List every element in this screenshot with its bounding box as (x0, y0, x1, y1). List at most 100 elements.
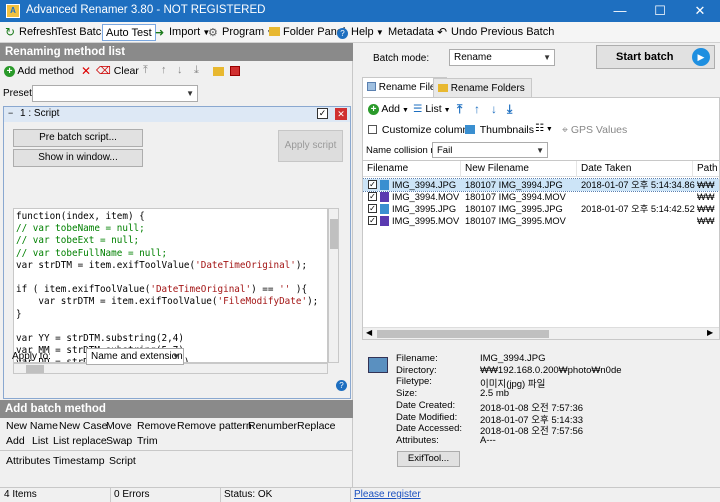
right-pane: Batch mode: Rename ▼ Start batch ▶ Renam… (354, 43, 720, 487)
window-title: Advanced Renamer 3.80 - NOT REGISTERED (26, 4, 266, 16)
batch-method-add[interactable]: Add (6, 435, 25, 447)
tab-rename-folders[interactable]: Rename Folders (433, 78, 532, 98)
batch-mode-dropdown[interactable]: Rename ▼ (449, 49, 555, 66)
move-bottom-icon[interactable]: ⤓ (194, 64, 199, 77)
scroll-thumb[interactable] (330, 219, 338, 249)
hscroll-thumb[interactable] (377, 330, 549, 338)
file-type-icon (380, 204, 389, 214)
batch-method-timestamp[interactable]: Timestamp (53, 455, 105, 467)
scroll-left-icon[interactable]: ◀ (366, 328, 372, 337)
presets-dropdown[interactable]: ▼ (32, 85, 198, 102)
help-menu[interactable]: ? Help ▼ (334, 24, 387, 41)
app-icon: A (6, 4, 20, 18)
collision-rule-dropdown[interactable]: Fail ▼ (432, 142, 548, 158)
date-accessed-label: Date Accessed: (396, 423, 463, 435)
script-editor[interactable]: function(index, item) {// var tobeName =… (13, 208, 328, 363)
folder-icon (269, 27, 280, 36)
auto-test-toggle[interactable]: Auto Test (102, 24, 156, 41)
move-down-icon[interactable]: ↓ (177, 64, 183, 76)
apply-to-dropdown[interactable]: Name and extension ▼ (86, 348, 184, 365)
batch-method-attributes[interactable]: Attributes (6, 455, 50, 467)
start-batch-button[interactable]: Start batch ▶ (596, 45, 715, 69)
column-new-filename[interactable]: New Filename (461, 161, 577, 177)
move-top-icon[interactable]: ⤒ (457, 102, 462, 117)
register-link[interactable]: Please register (354, 488, 421, 502)
cell-path: ₩₩ (697, 180, 715, 190)
save-icon[interactable] (230, 66, 240, 76)
close-button[interactable]: ✕ (680, 0, 720, 22)
table-row[interactable]: ✓ IMG_3994.MOV 180107 IMG_3994.MOV ₩₩ (363, 191, 719, 203)
view-options-icon[interactable]: ☷ ▼ (535, 123, 553, 134)
apply-script-button[interactable]: Apply script (278, 130, 343, 162)
undo-icon: ↶ (437, 25, 448, 39)
batch-method-trim[interactable]: Trim (137, 435, 158, 447)
cell-new-filename: 180107 IMG_3995.JPG (465, 204, 563, 214)
hscroll-thumb[interactable] (26, 365, 44, 373)
metadata-button[interactable]: Metadata (385, 24, 437, 41)
scroll-right-icon[interactable]: ▶ (707, 328, 713, 337)
batch-method-list[interactable]: List (32, 435, 48, 447)
move-down-icon[interactable]: ↓ (491, 102, 497, 116)
pre-batch-script-button[interactable]: Pre batch script... (13, 129, 143, 147)
editor-vertical-scrollbar[interactable] (328, 208, 339, 363)
table-row[interactable]: ✓ IMG_3994.JPG 180107 IMG_3994.JPG 2018-01-… (363, 178, 719, 192)
move-bottom-icon[interactable]: ⤓ (507, 102, 512, 117)
columns-icon (368, 125, 377, 134)
method-enabled-checkbox[interactable]: ✓ (317, 108, 328, 119)
thumbnails-button[interactable]: Thumbnails (465, 124, 534, 136)
list-menu[interactable]: ☰ List ▼ (413, 103, 451, 115)
row-checkbox[interactable]: ✓ (368, 216, 377, 225)
batch-method-replace[interactable]: Replace (297, 420, 336, 432)
code-line: var strDTM = item.exifToolValue('FileMod… (16, 296, 319, 308)
open-folder-icon[interactable] (213, 67, 224, 76)
method-title-bar[interactable]: − 1 : Script ✓ ✕ (4, 107, 350, 122)
row-checkbox[interactable]: ✓ (368, 180, 377, 189)
batch-method-script[interactable]: Script (109, 455, 136, 467)
row-checkbox[interactable]: ✓ (368, 204, 377, 213)
batch-method-remove[interactable]: Remove (137, 420, 176, 432)
move-up-icon[interactable]: ↑ (474, 102, 480, 116)
column-path[interactable]: Path (693, 161, 719, 177)
code-line: } (16, 308, 22, 320)
batch-method-list-replace[interactable]: List replace (53, 435, 107, 447)
code-line: function(index, item) { (16, 211, 145, 222)
customize-columns-button[interactable]: Customize columns (368, 124, 474, 136)
column-filename[interactable]: Filename (363, 161, 461, 177)
gps-values-button[interactable]: ⌖ GPS Values (562, 124, 627, 137)
add-files-button[interactable]: + Add ▼ (368, 103, 409, 115)
undo-button[interactable]: ↶ Undo Previous Batch (434, 24, 557, 41)
show-in-window-button[interactable]: Show in window... (13, 149, 143, 167)
table-row[interactable]: ✓ IMG_3995.JPG 180107 IMG_3995.JPG 2018-01-… (363, 203, 719, 215)
error-count: 0 Errors (114, 489, 150, 500)
refresh-button[interactable]: ↻ Refresh (2, 24, 61, 41)
move-top-icon[interactable]: ⤒ (143, 64, 148, 77)
batch-method-remove-pattern[interactable]: Remove pattern (177, 420, 252, 432)
exiftool-button[interactable]: ExifTool... (397, 451, 460, 467)
renaming-method-header: Renaming method list (0, 43, 353, 61)
file-list-header: Filename New Filename Date Taken Path (363, 161, 719, 177)
row-checkbox[interactable]: ✓ (368, 192, 377, 201)
remove-icon[interactable]: ✕ (81, 64, 91, 78)
directory-label: Directory: (396, 364, 437, 376)
file-type-icon (380, 192, 389, 202)
batch-method-move[interactable]: Move (106, 420, 132, 432)
add-method-button[interactable]: + Add method (4, 65, 74, 77)
batch-method-new-name[interactable]: New Name (6, 420, 58, 432)
gear-icon: ⚙ (208, 27, 218, 39)
move-up-icon[interactable]: ↑ (161, 64, 167, 76)
file-list[interactable]: Filename New Filename Date Taken Path ✓ I… (362, 160, 720, 340)
maximize-button[interactable]: ☐ (640, 0, 680, 22)
file-name-value: IMG_3994.JPG (480, 353, 546, 364)
column-date-taken[interactable]: Date Taken (577, 161, 693, 177)
method-close-icon[interactable]: ✕ (335, 108, 347, 120)
batch-method-renumber[interactable]: Renumber (248, 420, 297, 432)
add-icon: + (368, 104, 379, 115)
clear-button[interactable]: ⌫ Clear (96, 65, 139, 77)
batch-method-swap[interactable]: Swap (106, 435, 132, 447)
minimize-button[interactable]: — (600, 0, 640, 22)
collapse-icon[interactable]: − (8, 108, 13, 118)
batch-method-new-case[interactable]: New Case (59, 420, 107, 432)
table-row[interactable]: ✓ IMG_3995.MOV 180107 IMG_3995.MOV ₩₩ (363, 215, 719, 227)
file-list-hscrollbar[interactable]: ◀ ▶ (363, 327, 719, 339)
help-icon[interactable]: ? (336, 380, 347, 391)
